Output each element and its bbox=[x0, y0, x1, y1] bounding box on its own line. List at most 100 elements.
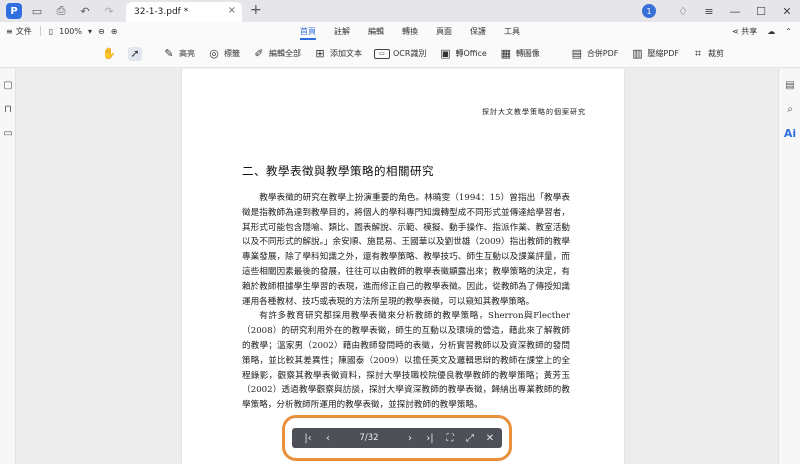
tag-button[interactable]: ◎ 標籤 bbox=[207, 47, 240, 61]
tab-convert[interactable]: 轉換 bbox=[402, 26, 418, 37]
maximize-icon[interactable]: ☐ bbox=[748, 5, 774, 18]
tab-title: 32-1-3.pdf * bbox=[134, 7, 189, 17]
section-title: 二、教學表徵與教學策略的相關研究 bbox=[242, 164, 434, 178]
collapse-icon[interactable]: ⌃ bbox=[785, 27, 792, 36]
to-office-label: 轉Office bbox=[455, 49, 487, 58]
tab-tools[interactable]: 工具 bbox=[504, 26, 520, 37]
chevron-down-icon[interactable]: ▾ bbox=[88, 27, 92, 36]
highlight-button[interactable]: ✎ 高亮 bbox=[162, 47, 195, 61]
file-label: 文件 bbox=[15, 26, 32, 36]
tag-label: 標籤 bbox=[224, 49, 240, 58]
to-image-icon: ▦ bbox=[500, 47, 512, 60]
add-text-button[interactable]: ⊞ 添加文本 bbox=[313, 47, 362, 61]
menu-icon[interactable]: ≡ bbox=[696, 5, 722, 18]
bookmark-icon[interactable]: ⊓ bbox=[0, 101, 16, 117]
paragraph: 有許多教育研究都採用教學表徵來分析教師的教學策略，Sherron與Flecthe… bbox=[242, 311, 570, 411]
left-sidebar: ▢ ⊓ ▭ bbox=[0, 69, 16, 464]
ocr-icon: ▭ bbox=[374, 48, 390, 59]
page-icon: ▯ bbox=[48, 26, 54, 36]
ocr-button[interactable]: ▭ OCR識別 bbox=[374, 48, 426, 59]
to-image-button[interactable]: ▦ 轉圖像 bbox=[499, 47, 540, 61]
window-controls: 1 ♢ ≡ — ☐ ✕ bbox=[642, 0, 800, 22]
crop-icon: ⌗ bbox=[694, 46, 702, 60]
properties-icon[interactable]: ▤ bbox=[779, 77, 800, 93]
file-menu[interactable]: ≡ 文件 bbox=[6, 26, 32, 37]
hand-tool[interactable]: ✋ bbox=[102, 47, 116, 61]
cloud-icon[interactable]: ☁ bbox=[767, 27, 775, 36]
zoom-control[interactable]: ▯ 100% ▾ ⊖ ⊕ bbox=[49, 27, 118, 36]
highlight-label: 高亮 bbox=[179, 49, 195, 58]
zoom-out-icon[interactable]: ⊖ bbox=[98, 27, 105, 36]
toolbar: ✋ ➚ ✎ 高亮 ◎ 標籤 ✐ 編輯全部 ⊞ 添加文本 ▭ OCR識別 ▣ 轉O… bbox=[0, 40, 800, 68]
crop-button[interactable]: ⌗ 裁剪 bbox=[691, 47, 724, 61]
hand-icon: ✋ bbox=[102, 47, 116, 60]
merge-pdf-button[interactable]: ▤ 合併PDF bbox=[570, 47, 619, 61]
merge-icon: ▤ bbox=[571, 47, 583, 60]
compress-pdf-button[interactable]: ▥ 壓縮PDF bbox=[630, 47, 679, 61]
edit-icon: ✐ bbox=[254, 47, 264, 60]
redo-icon[interactable]: ↷ bbox=[100, 2, 118, 20]
tag-icon: ◎ bbox=[209, 47, 219, 60]
folder-icon[interactable]: ▭ bbox=[28, 2, 46, 20]
cursor-icon: ➚ bbox=[128, 46, 142, 61]
avatar[interactable]: 1 bbox=[642, 4, 656, 18]
highlight-icon: ✎ bbox=[164, 47, 174, 60]
document-canvas[interactable]: 探討大文教學策略的個案研究 二、教學表徵與教學策略的相關研究 教學表徵的研究在教… bbox=[16, 69, 778, 464]
bell-icon[interactable]: ♢ bbox=[670, 5, 696, 18]
crop-label: 裁剪 bbox=[708, 49, 724, 58]
print-icon[interactable]: ⎙ bbox=[52, 2, 70, 20]
tab-protect[interactable]: 保護 bbox=[470, 26, 486, 37]
page-indicator[interactable]: 7/32 bbox=[338, 433, 400, 443]
title-bar: P ▭ ⎙ ↶ ↷ ▾ 32-1-3.pdf * × + 1 ♢ ≡ — ☐ ✕ bbox=[0, 0, 800, 22]
to-image-label: 轉圖像 bbox=[515, 49, 540, 58]
close-nav-icon[interactable]: ✕ bbox=[480, 433, 500, 444]
tab-annotate[interactable]: 註解 bbox=[334, 26, 350, 37]
share-label: 共享 bbox=[741, 26, 758, 36]
undo-icon[interactable]: ↶ bbox=[76, 2, 94, 20]
page-navigation-bar: |‹ ‹ 7/32 › ›| ⛶ ⤢ ✕ bbox=[292, 428, 502, 448]
ocr-label: OCR識別 bbox=[393, 49, 427, 58]
right-sidebar: ▤ ⌕ Ai bbox=[778, 69, 800, 464]
comment-icon[interactable]: ▭ bbox=[0, 125, 16, 141]
paragraph: 教學表徵的研究在教學上扮演重要的角色。林曉雯（1994：15）曾指出「教學表徵是… bbox=[242, 193, 570, 307]
minimize-icon[interactable]: — bbox=[722, 5, 748, 18]
edit-all-label: 編輯全部 bbox=[269, 49, 301, 58]
add-text-label: 添加文本 bbox=[330, 49, 362, 58]
close-icon[interactable]: ✕ bbox=[774, 5, 800, 18]
new-tab-button[interactable]: + bbox=[250, 2, 262, 18]
right-menu: ⋖ 共享 ☁ ⌃ bbox=[732, 22, 792, 40]
share-icon: ⋖ bbox=[732, 26, 742, 36]
to-office-button[interactable]: ▣ 轉Office bbox=[438, 47, 487, 61]
share-button[interactable]: ⋖ 共享 bbox=[732, 26, 757, 37]
fit-page-icon[interactable]: ⛶ bbox=[440, 433, 460, 444]
document-tab[interactable]: 32-1-3.pdf * × bbox=[126, 2, 242, 22]
main-tabs: 首頁 註解 編輯 轉換 頁面 保護 工具 bbox=[300, 22, 520, 40]
search-icon[interactable]: ⌕ bbox=[779, 101, 800, 117]
merge-pdf-label: 合併PDF bbox=[586, 49, 619, 58]
tab-edit[interactable]: 編輯 bbox=[368, 26, 384, 37]
running-header: 探討大文教學策略的個案研究 bbox=[482, 108, 586, 116]
previous-page-icon[interactable]: ‹ bbox=[318, 433, 338, 444]
hamburger-icon: ≡ bbox=[6, 26, 13, 36]
add-text-icon: ⊞ bbox=[315, 47, 325, 60]
fullscreen-icon[interactable]: ⤢ bbox=[460, 433, 480, 444]
thumbnails-icon[interactable]: ▢ bbox=[0, 77, 16, 93]
compress-pdf-label: 壓縮PDF bbox=[647, 49, 679, 58]
divider bbox=[39, 26, 41, 36]
first-page-icon[interactable]: |‹ bbox=[298, 433, 318, 444]
pdf-page[interactable]: 探討大文教學策略的個案研究 二、教學表徵與教學策略的相關研究 教學表徵的研究在教… bbox=[182, 69, 624, 464]
tab-close-icon[interactable]: × bbox=[228, 5, 236, 16]
menu-bar: ≡ 文件 ▯ 100% ▾ ⊖ ⊕ 首頁 註解 編輯 轉換 頁面 保護 工具 ⋖… bbox=[0, 22, 800, 40]
next-page-icon[interactable]: › bbox=[400, 433, 420, 444]
zoom-in-icon[interactable]: ⊕ bbox=[111, 27, 118, 36]
app-logo[interactable]: P bbox=[6, 3, 22, 19]
select-tool[interactable]: ➚ bbox=[128, 46, 142, 61]
edit-all-button[interactable]: ✐ 編輯全部 bbox=[252, 47, 301, 61]
zoom-value[interactable]: 100% bbox=[59, 27, 82, 36]
last-page-icon[interactable]: ›| bbox=[420, 433, 440, 444]
ai-icon[interactable]: Ai bbox=[779, 125, 800, 141]
tab-home[interactable]: 首頁 bbox=[300, 26, 316, 40]
body-text: 教學表徵的研究在教學上扮演重要的角色。林曉雯（1994：15）曾指出「教學表徵是… bbox=[242, 191, 570, 413]
tab-page[interactable]: 頁面 bbox=[436, 26, 452, 37]
compress-icon: ▥ bbox=[632, 47, 643, 60]
